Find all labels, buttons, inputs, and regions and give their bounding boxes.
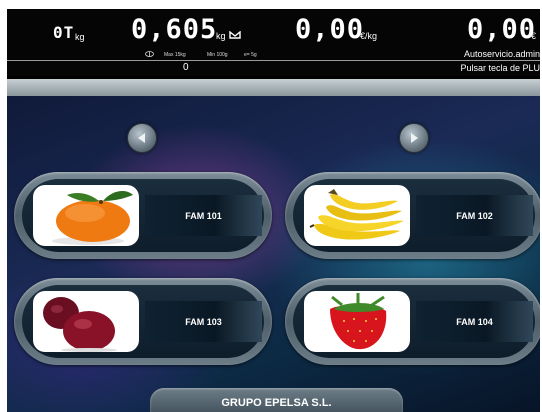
prev-page-button[interactable] (127, 123, 157, 153)
family-label: FAM 103 (145, 301, 262, 342)
display-divider (7, 60, 540, 61)
user-label: Autoservicio.admin (463, 49, 540, 59)
count-unit: kg (75, 32, 85, 42)
plum-image (33, 291, 139, 352)
family-selection-area: FAM 101 FAM 102 FAM 103 FAM 104 (7, 96, 540, 412)
next-page-button[interactable] (399, 123, 429, 153)
family-label: FAM 102 (416, 195, 533, 236)
total-value: 0,00 (467, 14, 537, 45)
max-capacity-label: Max 15kg (164, 52, 186, 58)
total-unit: € (531, 31, 537, 41)
family-button-102[interactable]: FAM 102 (285, 172, 540, 259)
strawberry-image (304, 291, 410, 352)
count-value: 0T (53, 23, 75, 42)
weight-unit: kg (216, 31, 226, 41)
weight-value: 0,605 (131, 14, 218, 45)
price-per-kg-unit: €/kg (360, 31, 378, 41)
price-per-kg-value: 0,00 (295, 14, 365, 45)
division-label: e= 5g (244, 52, 257, 58)
family-label: FAM 104 (416, 301, 533, 342)
company-banner: GRUPO EPELSA S.L. (150, 388, 403, 412)
weight-display: 0T kg 0,605 kg 0,00 €/kg 0,00 € Max 15kg… (7, 9, 540, 76)
plu-prompt: Pulsar tecla de PLU (460, 63, 540, 73)
banana-image (304, 185, 410, 246)
arrow-right-icon (411, 133, 418, 143)
separator-bar (7, 79, 540, 96)
scale-screen: 0T kg 0,605 kg 0,00 €/kg 0,00 € Max 15kg… (7, 9, 540, 412)
family-button-104[interactable]: FAM 104 (285, 278, 540, 365)
family-label: FAM 101 (145, 195, 262, 236)
mandarin-image (33, 185, 139, 246)
plu-value: 0 (183, 62, 189, 73)
arrow-left-icon (138, 133, 145, 143)
min-capacity-label: Min 100g (207, 52, 228, 58)
stable-indicator-icon (229, 31, 241, 39)
tare-icon (145, 51, 154, 57)
family-button-103[interactable]: FAM 103 (14, 278, 272, 365)
family-button-101[interactable]: FAM 101 (14, 172, 272, 259)
